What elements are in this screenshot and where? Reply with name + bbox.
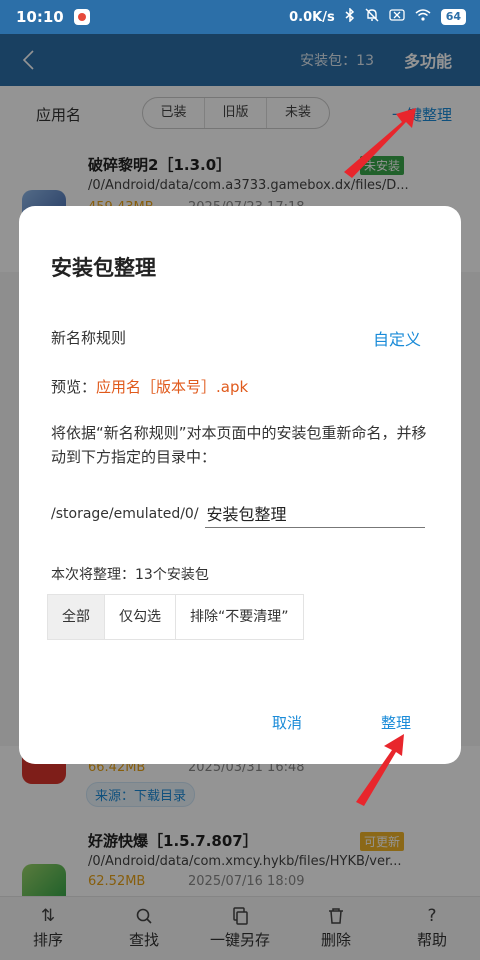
status-time: 10:10 bbox=[16, 8, 64, 26]
scope-selector: 全部 仅勾选 排除“不要清理” bbox=[47, 594, 304, 640]
scope-checked-only[interactable]: 仅勾选 bbox=[105, 595, 176, 639]
cancel-button[interactable]: 取消 bbox=[272, 712, 302, 733]
preview-value: 应用名［版本号］.apk bbox=[96, 378, 249, 396]
sim-x-icon bbox=[389, 9, 405, 25]
custom-rule-button[interactable]: 自定义 bbox=[373, 326, 421, 350]
naming-rule-label: 新名称规则 bbox=[51, 329, 127, 347]
scope-exclude-keep[interactable]: 排除“不要清理” bbox=[176, 595, 303, 639]
target-directory-row: /storage/emulated/0/ bbox=[51, 500, 425, 528]
status-right: 0.0K/s 64 bbox=[289, 7, 466, 26]
confirm-tidy-button[interactable]: 整理 bbox=[381, 712, 411, 733]
preview-label: 预览： bbox=[51, 378, 97, 396]
scope-all[interactable]: 全部 bbox=[48, 595, 105, 639]
directory-prefix: /storage/emulated/0/ bbox=[51, 506, 199, 522]
dialog-description: 将依据“新名称规则”对本页面中的安装包重新命名，并移动到下方指定的目录中： bbox=[51, 424, 427, 466]
wifi-icon bbox=[415, 9, 431, 25]
bluetooth-icon bbox=[345, 7, 355, 26]
preview-line: 预览：应用名［版本号］.apk bbox=[51, 376, 248, 397]
network-speed: 0.0K/s bbox=[289, 9, 335, 25]
tidy-dialog: 安装包整理 新名称规则 自定义 预览：应用名［版本号］.apk 将依据“新名称规… bbox=[19, 206, 461, 764]
status-bar: 10:10 0.0K/s 64 bbox=[0, 0, 480, 34]
mute-icon bbox=[365, 8, 379, 26]
directory-name-input[interactable] bbox=[204, 503, 425, 528]
app-notification-icon bbox=[73, 9, 90, 25]
dialog-title: 安装包整理 bbox=[51, 256, 156, 280]
battery-indicator: 64 bbox=[440, 9, 466, 25]
tidy-summary: 本次将整理：13个安装包 bbox=[51, 567, 209, 583]
